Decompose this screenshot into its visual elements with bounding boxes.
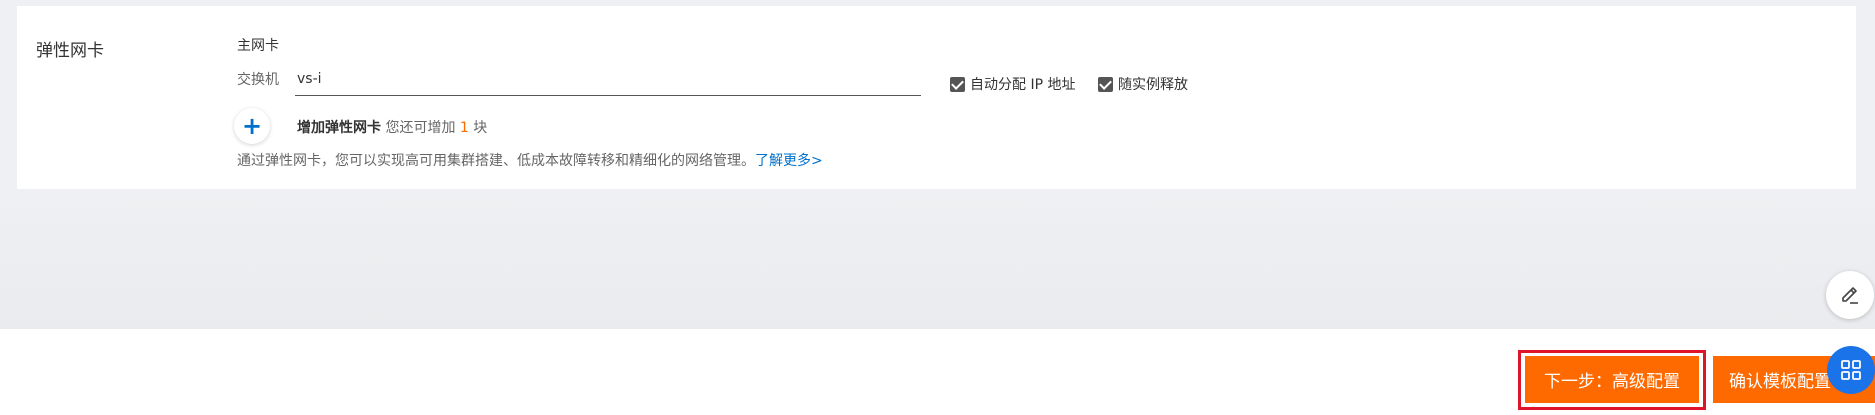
edit-float-button[interactable]	[1826, 271, 1874, 319]
checked-icon[interactable]	[950, 76, 965, 92]
auto-ip-checkbox[interactable]: 自动分配 IP 地址	[950, 74, 1075, 94]
learn-more-link[interactable]: 了解更多>	[755, 153, 823, 169]
release-with-instance-checkbox[interactable]: 随实例释放	[1098, 74, 1188, 94]
plus-icon: +	[241, 112, 263, 140]
nic-description: 通过弹性网卡，您可以实现高可用集群搭建、低成本故障转移和精细化的网络管理。了解更…	[237, 150, 823, 170]
auto-ip-label: 自动分配 IP 地址	[970, 77, 1076, 93]
remaining-prefix: 您还可增加	[385, 120, 456, 136]
section-label: 弹性网卡	[36, 41, 104, 61]
grid-apps-icon	[1841, 360, 1861, 380]
apps-float-button[interactable]	[1827, 346, 1875, 394]
add-nic-button[interactable]: +	[234, 108, 270, 144]
primary-nic-label: 主网卡	[237, 38, 279, 54]
add-nic-text: 增加弹性网卡 您还可增加 1 块	[297, 117, 487, 137]
remaining-count: 1	[459, 120, 469, 136]
switch-label: 交换机	[237, 72, 279, 88]
switch-input[interactable]	[295, 62, 921, 96]
checked-icon[interactable]	[1098, 76, 1113, 92]
release-with-instance-label: 随实例释放	[1118, 77, 1188, 93]
content-background	[0, 189, 1875, 329]
remaining-suffix: 块	[473, 120, 488, 136]
edit-icon	[1842, 287, 1858, 304]
description-text: 通过弹性网卡，您可以实现高可用集群搭建、低成本故障转移和精细化的网络管理。	[237, 153, 755, 169]
add-nic-title[interactable]: 增加弹性网卡	[297, 120, 381, 136]
next-advanced-config-button[interactable]: 下一步：高级配置	[1525, 356, 1699, 403]
